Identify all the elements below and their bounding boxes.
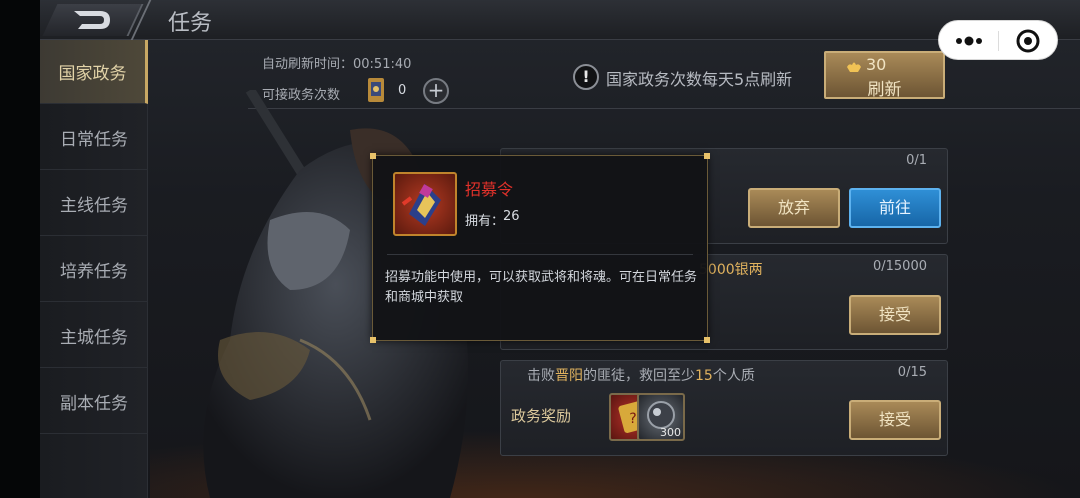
task-card-3: 击败晋阳的匪徒，救回至少15个人质 0/15 政务奖励 ? 300 接受: [500, 360, 948, 456]
refresh-cost: 30: [866, 55, 887, 74]
refresh-button[interactable]: 30 刷新: [824, 51, 945, 100]
sidebar-item-label: 培养任务: [60, 262, 128, 282]
accept-button[interactable]: 接受: [849, 295, 941, 335]
sidebar-item-label: 副本任务: [60, 394, 128, 414]
sidebar-item-label: 主线任务: [60, 196, 128, 216]
soul-orb-reward[interactable]: 300: [637, 393, 685, 441]
task-progress: 0/1: [906, 153, 927, 168]
sidebar-item-label: 国家政务: [58, 64, 127, 84]
miniprogram-capsule: [938, 20, 1058, 60]
more-button[interactable]: [939, 21, 998, 61]
refresh-notice: 国家政务次数每天5点刷新: [606, 70, 793, 89]
tooltip-corner: [370, 153, 376, 159]
back-button[interactable]: [42, 4, 144, 36]
gold-ingot-icon: [847, 62, 861, 72]
sidebar-item-city-tasks[interactable]: 主城任务: [40, 304, 148, 368]
sidebar-item-main-tasks[interactable]: 主线任务: [40, 172, 148, 236]
accept-button[interactable]: 接受: [849, 400, 941, 440]
left-dark-strip: [0, 0, 40, 498]
goto-button[interactable]: 前往: [849, 188, 941, 228]
silver-amount: 5000银两: [699, 262, 763, 278]
desc-text: 击败: [527, 368, 555, 384]
svg-text:?: ?: [629, 411, 636, 427]
item-name: 招募令: [465, 180, 514, 199]
reward-label: 政务奖励: [511, 407, 572, 425]
close-button[interactable]: [999, 21, 1059, 61]
back-icon: [74, 11, 110, 29]
auto-refresh-time: 自动刷新时间：00:51:40: [262, 57, 412, 72]
more-icon: [956, 36, 982, 46]
item-tooltip: 招募令 拥有： 26 招募功能中使用，可以获取武将和将魂。可在日常任务和商城中获…: [370, 153, 710, 343]
reward-quantity: 300: [660, 426, 681, 439]
desc-text: 个人质: [712, 368, 755, 384]
tooltip-corner: [704, 337, 710, 343]
refresh-label: 刷新: [867, 80, 902, 100]
sidebar-item-label: 日常任务: [60, 130, 128, 150]
desc-text: 的匪徒，救回至少: [583, 368, 695, 384]
notice-icon: !: [573, 64, 599, 90]
desc-place: 晋阳: [555, 368, 583, 384]
task-description: 击败晋阳的匪徒，救回至少15个人质: [527, 365, 755, 385]
task-progress: 0/15: [897, 365, 927, 380]
owned-label: 拥有：: [465, 214, 505, 229]
desc-number: 15: [695, 368, 713, 384]
tooltip-corner: [370, 337, 376, 343]
page-title: 任务: [168, 11, 213, 36]
sidebar-item-label: 主城任务: [60, 328, 128, 348]
sidebar-item-training-tasks[interactable]: 培养任务: [40, 238, 148, 302]
tooltip-divider: [387, 254, 693, 255]
task-reward-desc: 5000银两: [699, 259, 763, 279]
recruit-token-icon: [393, 172, 457, 236]
item-description: 招募功能中使用，可以获取武将和将魂。可在日常任务和商城中获取: [385, 270, 698, 305]
sidebar-item-national-affairs[interactable]: 国家政务: [40, 40, 148, 104]
abandon-button[interactable]: 放弃: [748, 188, 840, 228]
owned-count: 26: [503, 209, 520, 224]
sidebar-item-dungeon-tasks[interactable]: 副本任务: [40, 370, 148, 434]
close-target-icon: [1016, 29, 1040, 53]
task-progress: 0/15000: [872, 259, 927, 274]
sidebar: 国家政务 日常任务 主线任务 培养任务 主城任务 副本任务: [40, 40, 148, 498]
sidebar-item-daily-tasks[interactable]: 日常任务: [40, 106, 148, 170]
tooltip-corner: [704, 153, 710, 159]
